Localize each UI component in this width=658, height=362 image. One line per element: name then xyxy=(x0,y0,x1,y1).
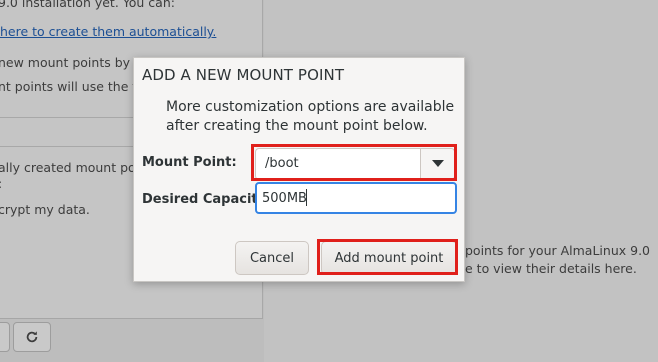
info-text: 9.0 installation yet. You can: xyxy=(0,0,175,10)
mount-point-combobox[interactable]: /boot xyxy=(255,148,455,180)
info-text: new mount points by cl xyxy=(0,55,145,70)
info-text: ally created mount po xyxy=(0,160,136,175)
encrypt-checkbox-label[interactable]: crypt my data. xyxy=(0,202,90,217)
mount-point-dropdown-button[interactable] xyxy=(420,149,454,179)
dialog-description: More customization options are available… xyxy=(166,99,455,134)
details-text: points for your AlmaLinux 9.0 xyxy=(465,243,650,258)
mount-point-value[interactable]: /boot xyxy=(265,156,299,171)
dialog-title: ADD A NEW MOUNT POINT xyxy=(142,66,345,84)
info-text: : xyxy=(0,176,2,191)
refresh-icon xyxy=(26,331,38,343)
remove-mount-point-button[interactable] xyxy=(0,322,10,352)
capacity-field[interactable] xyxy=(255,182,457,214)
add-mount-point-button[interactable]: Add mount point xyxy=(321,241,457,275)
details-text: e to view their details here. xyxy=(465,261,637,276)
add-mount-point-dialog: ADD A NEW MOUNT POINT More customization… xyxy=(133,57,465,282)
auto-create-link[interactable]: here to create them automatically. xyxy=(0,24,216,39)
chevron-down-icon xyxy=(431,160,444,167)
text-caret xyxy=(306,189,307,206)
mount-point-label: Mount Point: xyxy=(142,155,237,170)
capacity-input[interactable] xyxy=(262,189,447,208)
capacity-label: Desired Capacity: xyxy=(142,192,272,207)
cancel-button[interactable]: Cancel xyxy=(235,241,309,275)
refresh-button[interactable] xyxy=(13,322,51,352)
info-text: nt points will use the fo xyxy=(0,79,145,94)
